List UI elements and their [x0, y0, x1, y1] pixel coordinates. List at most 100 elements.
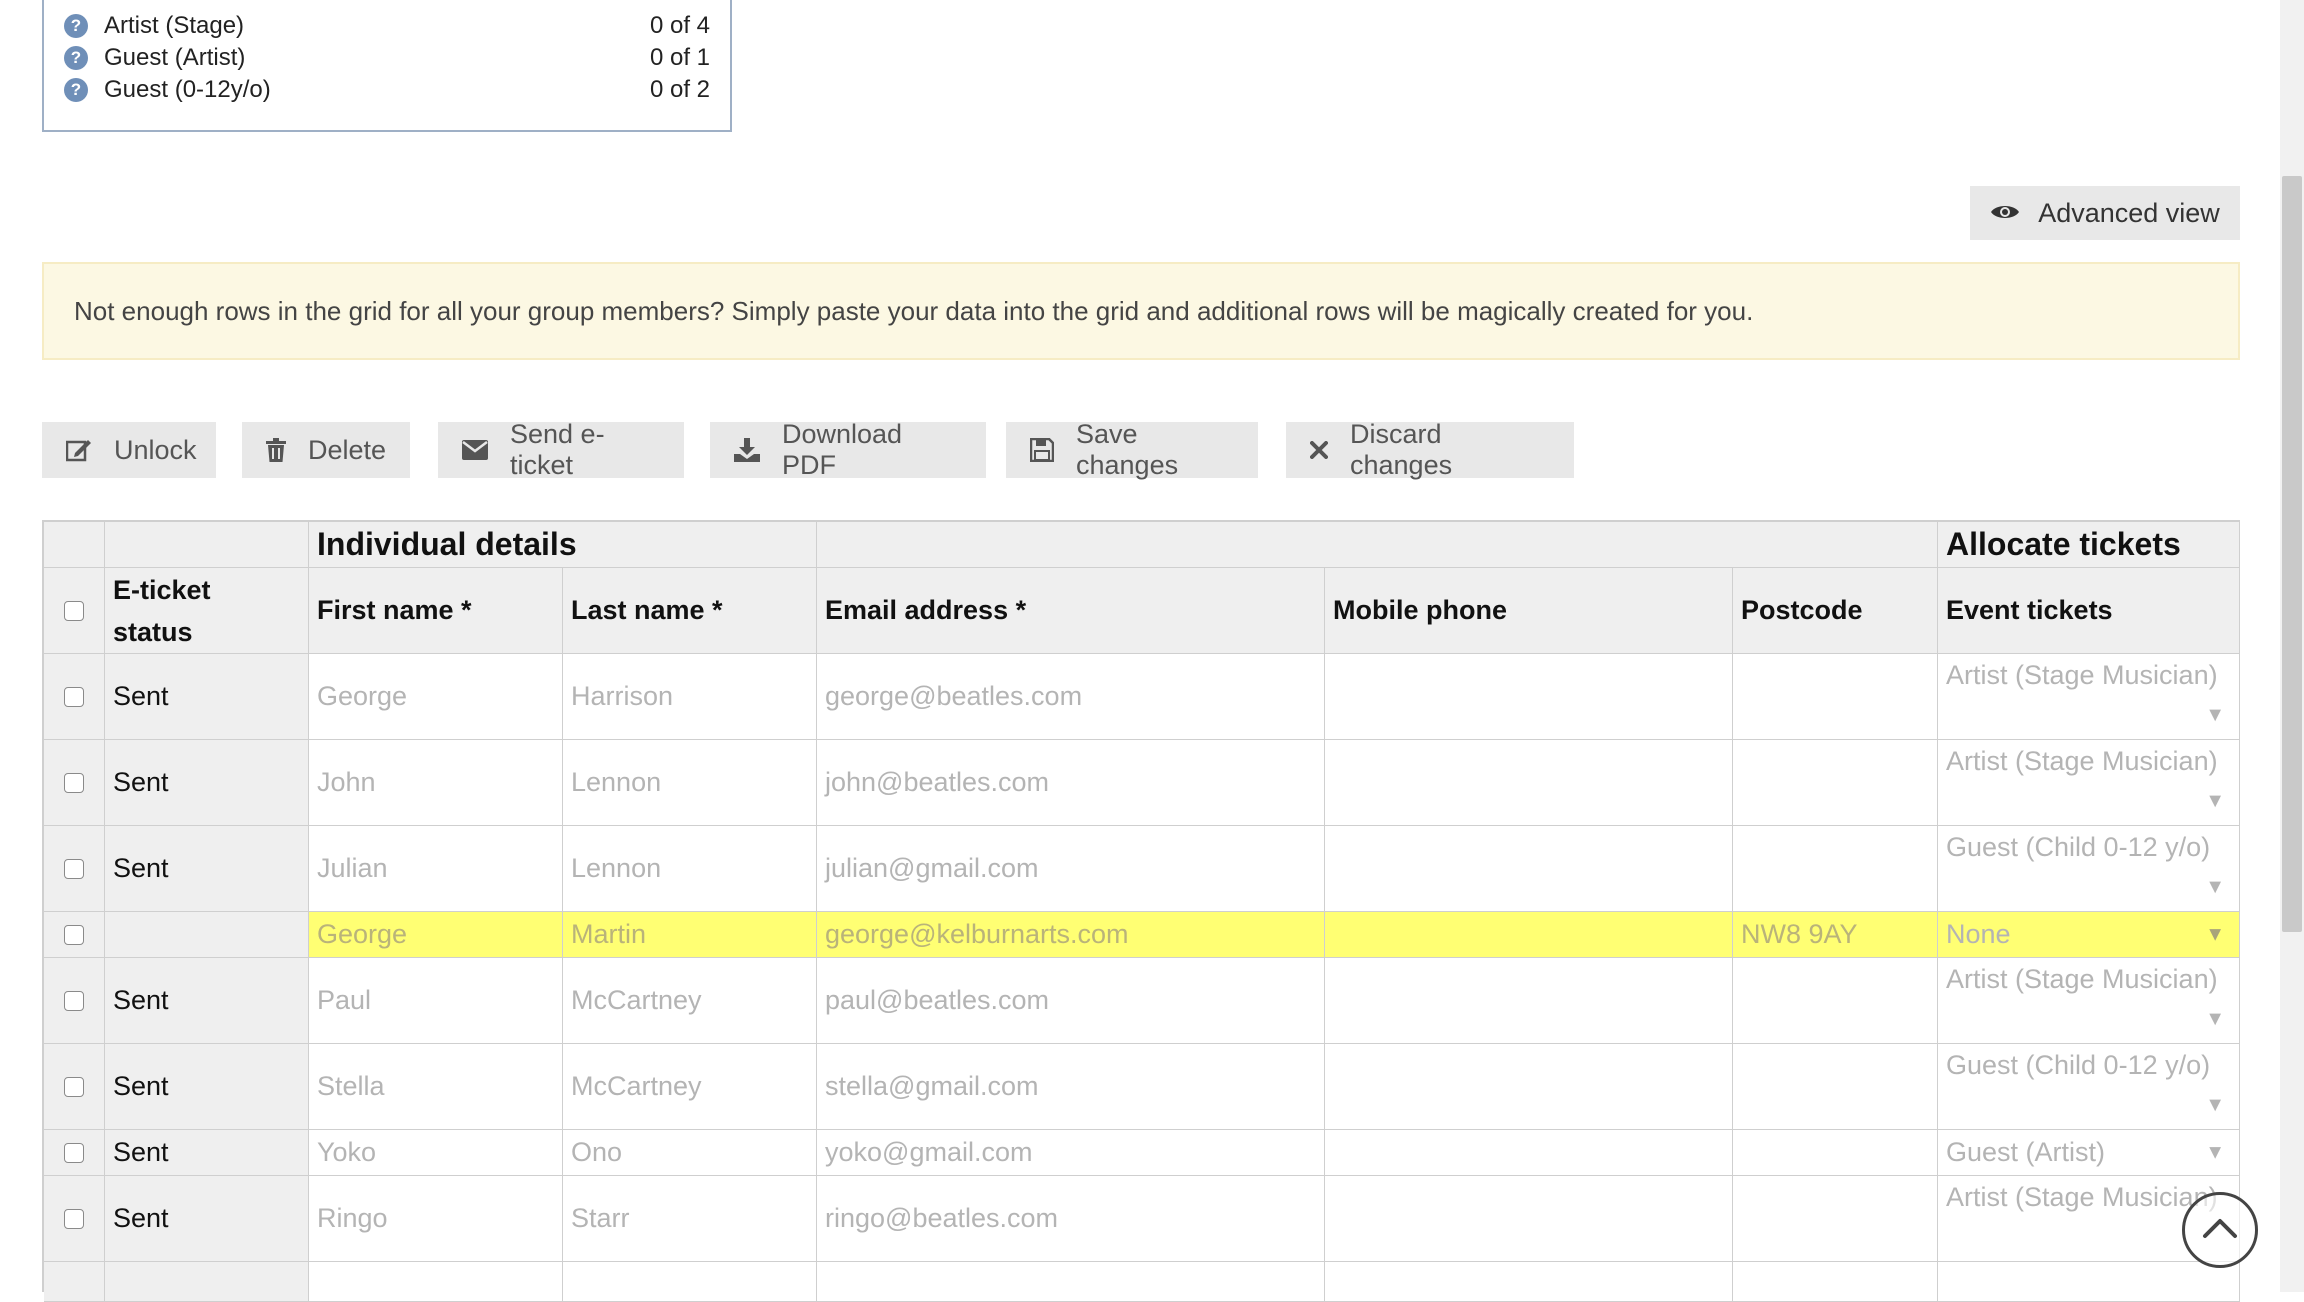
last-name-cell[interactable]: Lennon: [563, 740, 817, 826]
mobile-cell[interactable]: [1325, 958, 1733, 1044]
advanced-view-button[interactable]: Advanced view: [1970, 186, 2240, 240]
last-name-cell[interactable]: McCartney: [563, 1044, 817, 1130]
first-name-cell[interactable]: Yoko: [309, 1130, 563, 1176]
checkbox-box[interactable]: [64, 1208, 84, 1229]
first-name-cell[interactable]: Julian: [309, 826, 563, 912]
last-name-cell[interactable]: Lennon: [563, 826, 817, 912]
first-name-cell[interactable]: John: [309, 740, 563, 826]
postcode-cell[interactable]: [1733, 740, 1938, 826]
save-changes-button[interactable]: Save changes: [1006, 419, 1258, 480]
email-cell[interactable]: george@kelburnarts.com: [817, 912, 1325, 958]
row-checkbox[interactable]: [44, 912, 105, 958]
row-checkbox[interactable]: [44, 1044, 105, 1130]
mobile-cell[interactable]: [1325, 1262, 1733, 1302]
mobile-cell[interactable]: [1325, 1130, 1733, 1176]
download-pdf-button[interactable]: Download PDF: [710, 419, 986, 480]
dropdown-arrow-icon[interactable]: ▼: [2205, 1008, 2225, 1031]
row-checkbox[interactable]: [44, 1130, 105, 1176]
row-checkbox[interactable]: [44, 1176, 105, 1262]
postcode-cell[interactable]: [1733, 654, 1938, 740]
postcode-cell[interactable]: [1733, 826, 1938, 912]
dropdown-arrow-icon[interactable]: ▼: [2205, 1094, 2225, 1117]
event-ticket-dropdown[interactable]: Artist (Stage Musician) ▼: [1938, 958, 2240, 1044]
first-name-cell[interactable]: Ringo: [309, 1176, 563, 1262]
last-name-cell[interactable]: Harrison: [563, 654, 817, 740]
column-header-first-name[interactable]: First name *: [309, 568, 563, 654]
checkbox-box[interactable]: [64, 1142, 84, 1163]
first-name-cell[interactable]: [309, 1262, 563, 1302]
eticket-status-cell: [105, 912, 309, 958]
email-cell[interactable]: [817, 1262, 1325, 1302]
event-ticket-dropdown[interactable]: None ▼: [1938, 912, 2240, 958]
postcode-cell[interactable]: [1733, 1262, 1938, 1302]
page-scrollbar-thumb[interactable]: [2282, 176, 2302, 932]
last-name-cell[interactable]: Starr: [563, 1176, 817, 1262]
dropdown-arrow-icon[interactable]: ▼: [2205, 790, 2225, 813]
email-cell[interactable]: george@beatles.com: [817, 654, 1325, 740]
event-ticket-dropdown[interactable]: [1938, 1262, 2240, 1302]
summary-row: ? Guest (Artist) 0 of 1: [64, 42, 710, 74]
column-header-email[interactable]: Email address *: [817, 568, 1325, 654]
dropdown-arrow-icon[interactable]: ▼: [2205, 876, 2225, 899]
row-checkbox[interactable]: [44, 740, 105, 826]
email-cell[interactable]: yoko@gmail.com: [817, 1130, 1325, 1176]
checkbox-box[interactable]: [64, 858, 84, 879]
first-name-cell[interactable]: Paul: [309, 958, 563, 1044]
email-cell[interactable]: ringo@beatles.com: [817, 1176, 1325, 1262]
checkbox-box[interactable]: [64, 924, 84, 945]
back-to-top-button[interactable]: [2182, 1192, 2258, 1268]
row-checkbox[interactable]: [44, 958, 105, 1044]
row-checkbox[interactable]: [44, 826, 105, 912]
checkbox-box[interactable]: [64, 600, 84, 621]
checkbox-box[interactable]: [64, 686, 84, 707]
column-header-postcode[interactable]: Postcode: [1733, 568, 1938, 654]
email-cell[interactable]: paul@beatles.com: [817, 958, 1325, 1044]
column-header-event-tickets[interactable]: Event tickets: [1938, 568, 2240, 654]
checkbox-box[interactable]: [64, 1076, 84, 1097]
eticket-status-cell: Sent: [105, 958, 309, 1044]
checkbox-box[interactable]: [64, 990, 84, 1011]
mobile-cell[interactable]: [1325, 654, 1733, 740]
event-ticket-dropdown[interactable]: Guest (Child 0-12 y/o) ▼: [1938, 826, 2240, 912]
event-ticket-dropdown[interactable]: Guest (Child 0-12 y/o) ▼: [1938, 1044, 2240, 1130]
last-name-cell[interactable]: [563, 1262, 817, 1302]
first-name-cell[interactable]: George: [309, 912, 563, 958]
row-checkbox[interactable]: [44, 1262, 105, 1302]
delete-button[interactable]: Delete: [242, 422, 410, 478]
unlock-button[interactable]: Unlock: [42, 422, 216, 478]
discard-changes-button[interactable]: Discard changes: [1286, 419, 1574, 480]
column-header-mobile[interactable]: Mobile phone: [1325, 568, 1733, 654]
mobile-cell[interactable]: [1325, 1044, 1733, 1130]
event-ticket-dropdown[interactable]: Artist (Stage Musician) ▼: [1938, 654, 2240, 740]
last-name-cell[interactable]: McCartney: [563, 958, 817, 1044]
first-name-cell[interactable]: Stella: [309, 1044, 563, 1130]
mobile-cell[interactable]: [1325, 740, 1733, 826]
checkbox-box[interactable]: [64, 772, 84, 793]
last-name-cell[interactable]: Ono: [563, 1130, 817, 1176]
postcode-cell[interactable]: [1733, 1176, 1938, 1262]
postcode-cell[interactable]: [1733, 1130, 1938, 1176]
mobile-cell[interactable]: [1325, 1176, 1733, 1262]
help-icon[interactable]: ?: [64, 78, 88, 102]
mobile-cell[interactable]: [1325, 826, 1733, 912]
dropdown-arrow-icon[interactable]: ▼: [2205, 704, 2225, 727]
dropdown-arrow-icon[interactable]: ▼: [2205, 923, 2225, 946]
postcode-cell[interactable]: [1733, 958, 1938, 1044]
mobile-cell[interactable]: [1325, 912, 1733, 958]
event-ticket-dropdown[interactable]: Guest (Artist) ▼: [1938, 1130, 2240, 1176]
send-eticket-button[interactable]: Send e-ticket: [438, 419, 684, 480]
email-cell[interactable]: john@beatles.com: [817, 740, 1325, 826]
last-name-cell[interactable]: Martin: [563, 912, 817, 958]
event-ticket-dropdown[interactable]: Artist (Stage Musician) ▼: [1938, 740, 2240, 826]
column-header-last-name[interactable]: Last name *: [563, 568, 817, 654]
email-cell[interactable]: stella@gmail.com: [817, 1044, 1325, 1130]
dropdown-arrow-icon[interactable]: ▼: [2205, 1141, 2225, 1164]
help-icon[interactable]: ?: [64, 14, 88, 38]
select-all-checkbox[interactable]: [44, 568, 105, 654]
row-checkbox[interactable]: [44, 654, 105, 740]
help-icon[interactable]: ?: [64, 46, 88, 70]
postcode-cell[interactable]: [1733, 1044, 1938, 1130]
postcode-cell[interactable]: NW8 9AY: [1733, 912, 1938, 958]
first-name-cell[interactable]: George: [309, 654, 563, 740]
email-cell[interactable]: julian@gmail.com: [817, 826, 1325, 912]
